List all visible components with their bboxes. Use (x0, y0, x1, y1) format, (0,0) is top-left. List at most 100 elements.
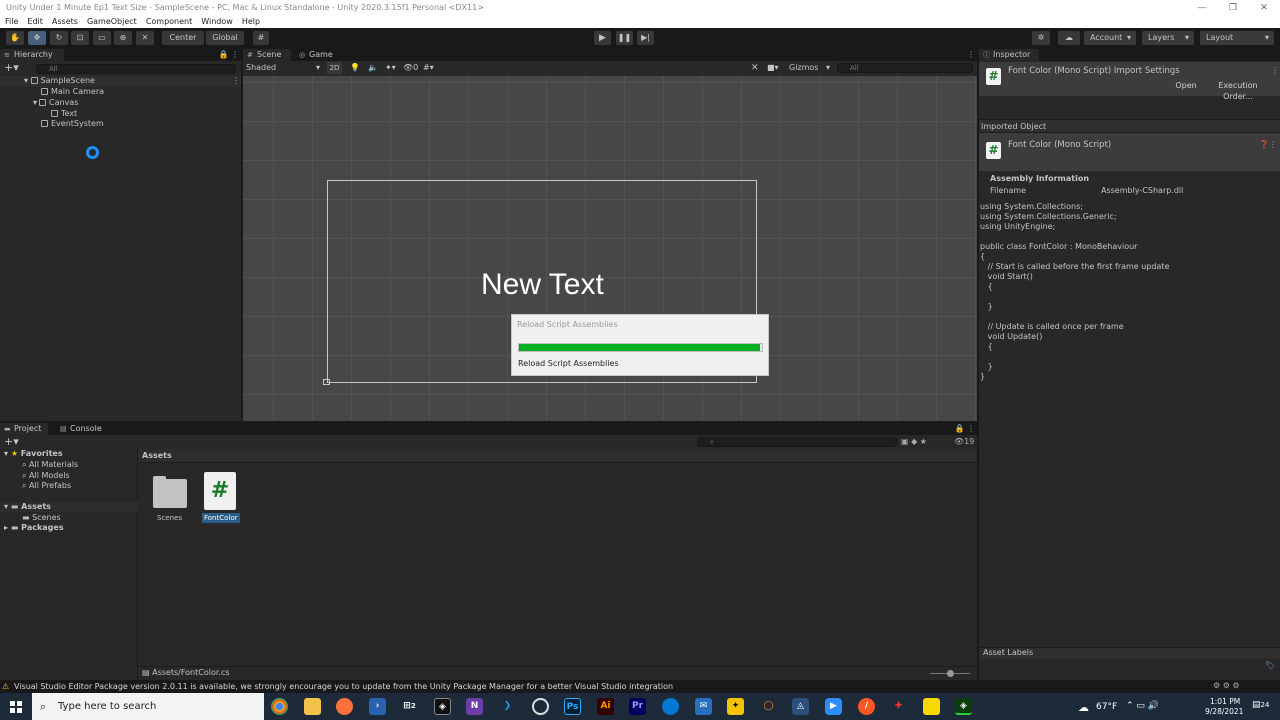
menu-assets[interactable]: Assets (52, 16, 78, 28)
fav-all-materials[interactable]: ⌕ All Materials (22, 460, 78, 470)
menu-component[interactable]: Component (146, 16, 192, 28)
chrome-icon[interactable] (271, 698, 288, 715)
packages-folder[interactable]: ▸ ▬ Packages (4, 523, 64, 533)
app-icon[interactable]: ✚ (890, 698, 907, 715)
unity-hub-icon[interactable]: ◈ (434, 698, 451, 715)
weather-temp[interactable]: 67°F (1096, 702, 1117, 712)
hand-tool-icon[interactable]: ✋ (6, 31, 24, 45)
inspector-menu-icon[interactable]: ⋮ (1271, 66, 1279, 75)
tag-icon[interactable]: 🏷 (1265, 661, 1275, 670)
scene-search-input[interactable]: All (837, 63, 973, 73)
tab-console[interactable]: ▤ Console (56, 423, 106, 435)
move-tool-icon[interactable]: ✥ (28, 31, 46, 45)
transform-tool-icon[interactable]: ⊕ (114, 31, 132, 45)
gizmos-dropdown[interactable]: Gizmos ▾ (789, 62, 831, 74)
visual-studio-icon[interactable]: N (466, 698, 483, 715)
start-button[interactable] (0, 693, 32, 720)
lock-icon[interactable]: 🔒 ⋮ (954, 423, 975, 435)
pivot-global-button[interactable]: Global (206, 31, 244, 45)
grid-toggle-icon[interactable]: #▾ (423, 62, 434, 74)
play-button[interactable]: ▶ (594, 31, 611, 45)
cloud-icon[interactable]: ☁ (1058, 31, 1080, 45)
davinci-icon[interactable]: ◬ (792, 698, 809, 715)
scene-menu-icon[interactable]: ⋮ (232, 75, 240, 86)
custom-tool-icon[interactable]: ✕ (136, 31, 154, 45)
filter-icons[interactable]: ▣ ◆ ★ (901, 436, 927, 448)
audio-toggle-icon[interactable]: 🔈 (368, 62, 378, 74)
lighting-toggle-icon[interactable]: 💡 (350, 62, 360, 74)
scale-tool-icon[interactable]: ⊡ (71, 31, 89, 45)
file-explorer-icon[interactable] (304, 698, 321, 715)
rotate-tool-icon[interactable]: ↻ (50, 31, 68, 45)
menu-help[interactable]: Help (242, 16, 260, 28)
collab-icon[interactable]: ✲ (1032, 31, 1050, 45)
tab-scene[interactable]: # Scene (243, 49, 291, 61)
premiere-icon[interactable]: Pr (629, 698, 646, 715)
maximize-button[interactable]: ❐ (1217, 0, 1249, 16)
hierarchy-search-input[interactable]: All (36, 64, 236, 74)
scene-menu-icon[interactable]: ⋮ (967, 49, 975, 61)
project-search-input[interactable]: ⌕ (697, 437, 897, 447)
powershell-icon[interactable]: › (369, 698, 386, 715)
layers-dropdown[interactable]: Layers (1142, 31, 1194, 45)
menu-edit[interactable]: Edit (27, 16, 43, 28)
pivot-center-button[interactable]: Center (162, 31, 204, 45)
illustrator-icon[interactable]: Ai (597, 698, 614, 715)
pivot-handle[interactable] (323, 379, 330, 385)
hierarchy-item-canvas[interactable]: ▾ Canvas (33, 97, 78, 108)
hidden-packages-toggle[interactable]: 👁19 (954, 436, 974, 448)
hierarchy-item-samplescene[interactable]: ▾ SampleScene (24, 75, 95, 86)
unity-editor-icon[interactable]: ◈ (955, 698, 972, 715)
tab-hierarchy[interactable]: ≡ Hierarchy (0, 49, 64, 61)
layout-dropdown[interactable]: Layout (1200, 31, 1274, 45)
help-icon[interactable]: ❓⋮ (1259, 140, 1277, 149)
fav-all-prefabs[interactable]: ⌕ All Prefabs (22, 481, 71, 491)
tab-project[interactable]: ▬ Project (0, 423, 48, 435)
hierarchy-item-eventsystem[interactable]: EventSystem (41, 118, 104, 129)
scene-text-object[interactable]: New Text (481, 268, 604, 302)
cs-script-icon[interactable]: # (204, 472, 236, 510)
grid-snap-icon[interactable]: # (253, 31, 269, 45)
assets-folder[interactable]: ▾ ▬ Assets (4, 502, 51, 512)
obs-icon[interactable]: ◯ (760, 698, 777, 715)
menu-window[interactable]: Window (201, 16, 233, 28)
create-button[interactable]: +▾ (4, 436, 19, 447)
unity-icon[interactable] (532, 698, 549, 715)
favorites-folder[interactable]: ▾ ★ Favorites (4, 449, 63, 459)
breadcrumb[interactable]: Assets (142, 451, 172, 461)
menu-file[interactable]: File (5, 16, 18, 28)
hidden-objects-toggle[interactable]: 👁0 (403, 62, 418, 74)
camera-settings-icon[interactable]: ■▾ (767, 62, 779, 74)
tab-inspector[interactable]: ⓘ Inspector (979, 49, 1039, 61)
zoom-icon[interactable]: ▶ (825, 698, 842, 715)
photoshop-icon[interactable]: Ps (564, 698, 581, 715)
menu-gameobject[interactable]: GameObject (87, 16, 137, 28)
open-button[interactable]: Open (1173, 80, 1199, 91)
shading-mode-dropdown[interactable]: Shaded ▾ (243, 62, 323, 74)
hierarchy-item-main-camera[interactable]: Main Camera (41, 86, 104, 97)
system-tray-icons[interactable]: ⌃ ▭ 🔊 (1126, 701, 1159, 711)
scenes-tile-label[interactable]: Scenes (157, 513, 182, 523)
sticky-notes-icon[interactable] (923, 698, 940, 715)
tab-game[interactable]: ◎ Game (295, 49, 339, 61)
scenes-folder[interactable]: ▬ Scenes (22, 513, 61, 523)
status-icons[interactable]: ⚙ ⚙ ⚙ (1213, 681, 1240, 690)
app-icon[interactable]: ✦ (727, 698, 744, 715)
mail-icon[interactable]: ✉ (695, 698, 712, 715)
2d-toggle[interactable]: 2D (327, 62, 342, 74)
clock-date[interactable]: 9/28/2021 (1205, 707, 1243, 716)
rect-tool-icon[interactable]: ▭ (93, 31, 111, 45)
close-button[interactable]: ✕ (1248, 0, 1280, 16)
zoom-slider-thumb[interactable] (947, 670, 954, 677)
notification-icon[interactable]: ▤24 (1252, 700, 1269, 710)
status-bar[interactable]: ⚠ Visual Studio Editor Package version 2… (0, 680, 977, 693)
fontcolor-tile-label[interactable]: FontColor (202, 513, 240, 523)
pause-button[interactable]: ❚❚ (616, 31, 633, 45)
app-icon[interactable]: / (858, 698, 875, 715)
execution-order-button[interactable]: Execution Order... (1203, 80, 1273, 101)
step-button[interactable]: ▶| (637, 31, 654, 45)
effects-toggle-icon[interactable]: ✦▾ (385, 62, 396, 74)
firefox-icon[interactable] (336, 698, 353, 715)
taskbar-search-input[interactable]: ⌕ Type here to search (32, 693, 264, 720)
minimize-button[interactable]: — (1186, 0, 1218, 16)
